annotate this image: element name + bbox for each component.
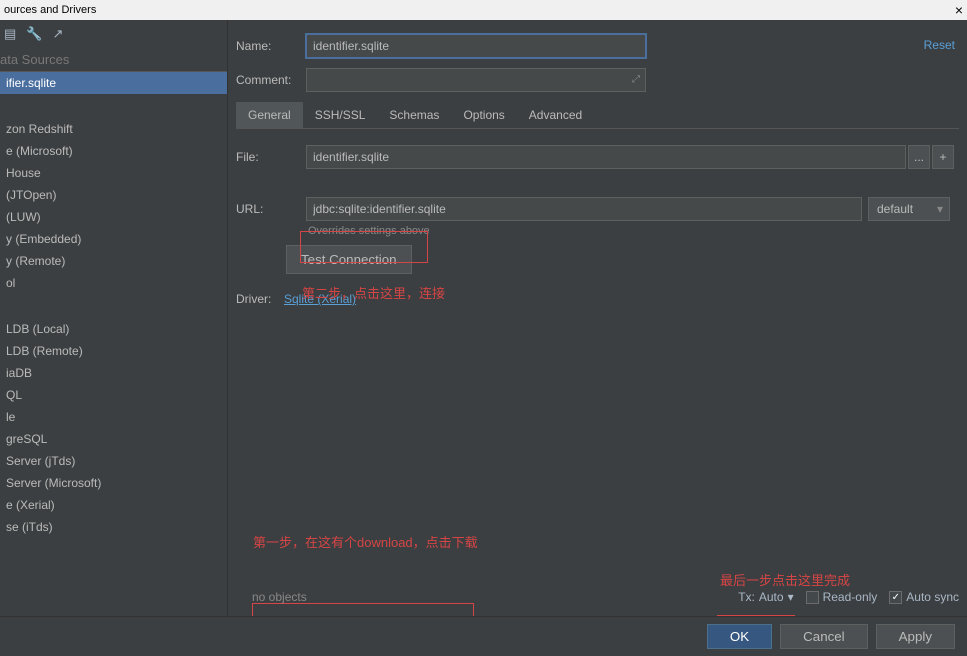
url-label: URL:	[236, 202, 306, 216]
driver-item[interactable]: iaDB	[0, 362, 227, 384]
driver-item[interactable]: y (Remote)	[0, 250, 227, 272]
checkbox-box: ✓	[889, 591, 902, 604]
url-row: URL: default	[236, 197, 959, 221]
readonly-checkbox[interactable]: Read-only	[806, 590, 878, 604]
driver-item[interactable]: (JTOpen)	[0, 184, 227, 206]
titlebar: ources and Drivers ×	[0, 0, 967, 20]
window-title: ources and Drivers	[4, 4, 96, 16]
apply-button[interactable]: Apply	[876, 624, 955, 649]
driver-item[interactable]: (LUW)	[0, 206, 227, 228]
driver-item[interactable]: greSQL	[0, 428, 227, 450]
driver-item[interactable]: QL	[0, 384, 227, 406]
bottom-bar: no objects Tx: Auto ▾ Read-only ✓ Auto s…	[252, 590, 959, 604]
driver-item[interactable]: e (Xerial)	[0, 494, 227, 516]
datasource-item-selected[interactable]: ifier.sqlite	[0, 72, 227, 94]
url-hint: Overrides settings above	[308, 225, 959, 237]
name-input[interactable]	[306, 34, 646, 58]
name-row: Name:	[236, 34, 959, 58]
driver-row: Driver: Sqlite (Xerial)	[236, 292, 959, 306]
datasources-heading: ata Sources	[0, 48, 227, 72]
reset-link[interactable]: Reset	[924, 38, 955, 52]
expand-icon[interactable]: ⤢	[632, 74, 640, 85]
tx-label: Tx:	[738, 590, 755, 604]
checkbox-box	[806, 591, 819, 604]
tab-options[interactable]: Options	[451, 102, 516, 128]
tx-select[interactable]: Tx: Auto ▾	[738, 590, 793, 604]
comment-input[interactable]	[306, 68, 646, 92]
driver-item[interactable]: Server (Microsoft)	[0, 472, 227, 494]
comment-row: Comment: ⤢	[236, 68, 959, 92]
tab-schemas[interactable]: Schemas	[377, 102, 451, 128]
autosync-checkbox[interactable]: ✓ Auto sync	[889, 590, 959, 604]
driver-label: Driver:	[236, 292, 284, 306]
name-label: Name:	[236, 39, 306, 53]
cancel-button[interactable]: Cancel	[780, 624, 868, 649]
footer: OK Cancel Apply	[0, 616, 967, 656]
close-icon[interactable]: ×	[955, 2, 963, 18]
test-connection-button[interactable]: Test Connection	[286, 245, 412, 274]
driver-item[interactable]: zon Redshift	[0, 118, 227, 140]
tab-advanced[interactable]: Advanced	[517, 102, 594, 128]
driver-item[interactable]: se (iTds)	[0, 516, 227, 538]
readonly-label: Read-only	[823, 590, 878, 604]
driver-item[interactable]: LDB (Remote)	[0, 340, 227, 362]
sidebar-toolbar: ▤ 🔧 ↗	[0, 20, 227, 48]
ok-button[interactable]: OK	[707, 624, 772, 649]
autosync-label: Auto sync	[906, 590, 959, 604]
comment-label: Comment:	[236, 73, 306, 87]
wrench-icon[interactable]: 🔧	[26, 26, 42, 42]
browse-button[interactable]: ...	[908, 145, 930, 169]
driver-link[interactable]: Sqlite (Xerial)	[284, 292, 356, 306]
driver-item[interactable]: le	[0, 406, 227, 428]
add-button[interactable]: +	[932, 145, 954, 169]
file-row: File: ... +	[236, 145, 959, 169]
file-input[interactable]	[306, 145, 906, 169]
tx-value: Auto	[759, 590, 784, 604]
no-objects-label: no objects	[252, 590, 307, 604]
driver-item[interactable]: y (Embedded)	[0, 228, 227, 250]
url-input[interactable]	[306, 197, 862, 221]
driver-item[interactable]: e (Microsoft)	[0, 140, 227, 162]
chart-icon[interactable]: ↗	[52, 26, 63, 42]
tab-general[interactable]: General	[236, 102, 303, 128]
database-icon[interactable]: ▤	[4, 26, 16, 42]
chevron-down-icon: ▾	[788, 590, 794, 604]
sidebar: ▤ 🔧 ↗ ata Sources ifier.sqlite zon Redsh…	[0, 20, 228, 616]
url-mode-select[interactable]: default	[868, 197, 950, 221]
tab-sshssl[interactable]: SSH/SSL	[303, 102, 378, 128]
file-label: File:	[236, 150, 306, 164]
drivers-list: zon Redshift e (Microsoft) House (JTOpen…	[0, 118, 227, 538]
main-panel: Reset Name: Comment: ⤢ General SSH/SSL S…	[228, 20, 967, 616]
url-mode-value: default	[877, 202, 913, 216]
driver-item[interactable]: ol	[0, 272, 227, 294]
driver-item[interactable]: House	[0, 162, 227, 184]
driver-item[interactable]: LDB (Local)	[0, 318, 227, 340]
driver-item[interactable]: Server (jTds)	[0, 450, 227, 472]
tabs: General SSH/SSL Schemas Options Advanced	[236, 102, 959, 129]
